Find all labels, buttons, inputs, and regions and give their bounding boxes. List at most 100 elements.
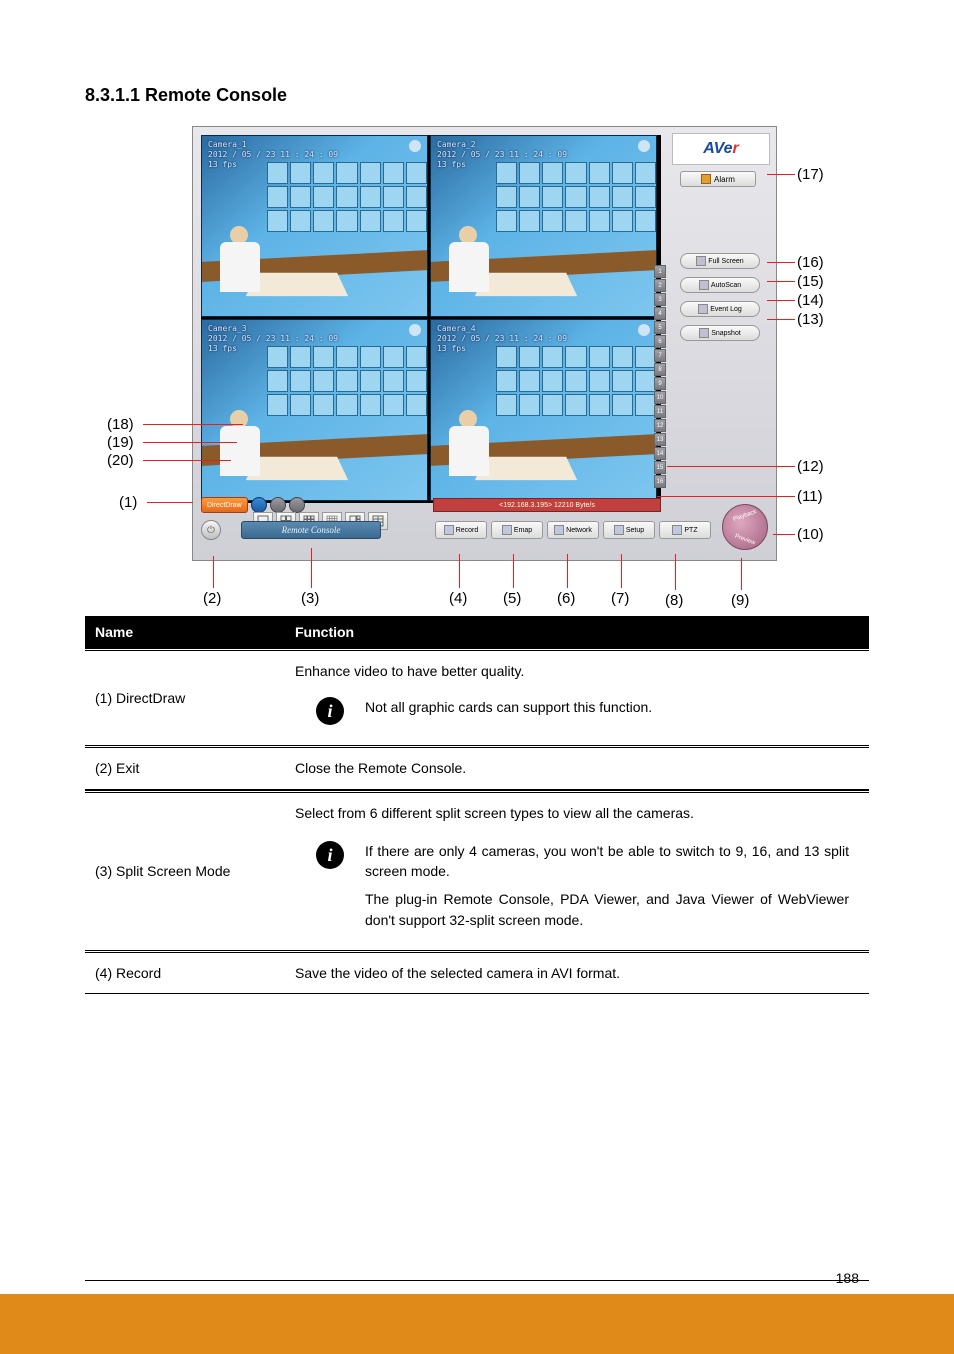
monitor-wall [267, 162, 427, 232]
callout-10: (10) [797, 526, 824, 543]
cam-num[interactable]: 12 [654, 419, 666, 432]
emap-button[interactable]: Emap [491, 521, 543, 539]
info-icon: i [316, 841, 344, 869]
row-name: (4) Record [85, 953, 285, 993]
callout-12: (12) [797, 458, 824, 475]
footer-rule [85, 1280, 869, 1281]
row-note: The plug-in Remote Console, PDA Viewer, … [365, 889, 849, 930]
callout-3: (3) [301, 590, 319, 607]
info-icon: i [316, 697, 344, 725]
camera-number-list: 1 2 3 4 5 6 7 8 9 10 11 12 13 14 15 16 [654, 265, 666, 489]
camera-tile-4[interactable]: Camera_42012 / 05 / 23 11 : 24 : 0913 fp… [430, 319, 657, 501]
gear-icon[interactable] [409, 140, 421, 152]
table-row: (1) DirectDraw Enhance video to have bet… [85, 648, 869, 748]
row-func: Select from 6 different split screen typ… [285, 793, 869, 950]
cam-num[interactable]: 8 [654, 363, 666, 376]
snapshot-button[interactable]: Snapshot [680, 325, 760, 341]
camera-tile-3[interactable]: Camera_32012 / 05 / 23 11 : 24 : 0913 fp… [201, 319, 428, 501]
cam-num[interactable]: 5 [654, 321, 666, 334]
row-func-text: Select from 6 different split screen typ… [295, 803, 859, 823]
callout-4: (4) [449, 590, 467, 607]
cam-num[interactable]: 6 [654, 335, 666, 348]
figure: Camera_12012 / 05 / 23 11 : 24 : 0913 fp… [177, 126, 857, 596]
video-area: Camera_12012 / 05 / 23 11 : 24 : 0913 fp… [201, 135, 661, 503]
camera-tile-2[interactable]: Camera_22012 / 05 / 23 11 : 24 : 0913 fp… [430, 135, 657, 317]
callout-13: (13) [797, 311, 824, 328]
monitor-wall [496, 162, 656, 232]
table-header: Name Function [85, 616, 869, 648]
row-func: Enhance video to have better quality. i … [285, 651, 869, 745]
cam-num[interactable]: 2 [654, 279, 666, 292]
alarm-button[interactable]: Alarm [680, 171, 756, 187]
callout-9: (9) [731, 592, 749, 609]
callout-7: (7) [611, 590, 629, 607]
gear-icon[interactable] [638, 140, 650, 152]
cam-num[interactable]: 14 [654, 447, 666, 460]
person [439, 226, 509, 316]
cam-num[interactable]: 4 [654, 307, 666, 320]
cam-num[interactable]: 1 [654, 265, 666, 278]
camera-tile-1[interactable]: Camera_12012 / 05 / 23 11 : 24 : 0913 fp… [201, 135, 428, 317]
gear-icon[interactable] [638, 324, 650, 336]
network-button[interactable]: Network [547, 521, 599, 539]
row-name: (1) DirectDraw [85, 651, 285, 745]
callout-5: (5) [503, 590, 521, 607]
cam-num[interactable]: 16 [654, 475, 666, 488]
autoscan-button[interactable]: AutoScan [680, 277, 760, 293]
record-button[interactable]: Record [435, 521, 487, 539]
cam-num[interactable]: 11 [654, 405, 666, 418]
fullscreen-icon [696, 256, 706, 266]
remote-console-label: Remote Console [241, 521, 381, 539]
table-row: (3) Split Screen Mode Select from 6 diff… [85, 790, 869, 953]
table-row: (2) Exit Close the Remote Console. [85, 748, 869, 789]
callout-1: (1) [119, 494, 137, 511]
cam-num[interactable]: 9 [654, 377, 666, 390]
snapshot-icon [699, 328, 709, 338]
row-name: (3) Split Screen Mode [85, 793, 285, 950]
row-func: Close the Remote Console. [285, 748, 869, 788]
playback-preview-dial[interactable]: Playback Preview [722, 504, 768, 550]
right-column: AVer Alarm Full Screen AutoScan Event Lo… [672, 133, 770, 553]
cam-num[interactable]: 13 [654, 433, 666, 446]
callout-17: (17) [797, 166, 824, 183]
function-table: Name Function (1) DirectDraw Enhance vid… [85, 616, 869, 994]
header-func: Function [285, 616, 869, 648]
bottom-row: ⏻ Remote Console Record Emap Network Set… [201, 516, 771, 544]
cam-num[interactable]: 15 [654, 461, 666, 474]
monitor-wall [496, 346, 656, 416]
alarm-icon [701, 174, 711, 184]
callout-6: (6) [557, 590, 575, 607]
callout-14: (14) [797, 292, 824, 309]
callout-18: (18) [107, 416, 134, 433]
fullscreen-button[interactable]: Full Screen [680, 253, 760, 269]
playback-label: Playback [723, 506, 766, 527]
ptz-icon [672, 525, 682, 535]
callout-15: (15) [797, 273, 824, 290]
eventlog-button[interactable]: Event Log [680, 301, 760, 317]
page-footer: 188 [0, 1294, 954, 1354]
person [439, 410, 509, 500]
callout-19: (19) [107, 434, 134, 451]
row-note: If there are only 4 cameras, you won't b… [365, 841, 849, 882]
gear-icon[interactable] [409, 324, 421, 336]
record-icon [444, 525, 454, 535]
cam-num[interactable]: 3 [654, 293, 666, 306]
directdraw-button[interactable]: DirectDraw [201, 497, 248, 513]
cam-num[interactable]: 10 [654, 391, 666, 404]
autoscan-icon [699, 280, 709, 290]
round-button-3[interactable] [289, 497, 305, 513]
power-button[interactable]: ⏻ [201, 520, 221, 540]
setup-icon [614, 525, 624, 535]
row-func: Save the video of the selected camera in… [285, 953, 869, 993]
logo: AVer [672, 133, 770, 165]
ptz-button[interactable]: PTZ [659, 521, 711, 539]
round-button-2[interactable] [270, 497, 286, 513]
ip-status-bar: <192.168.3.195> 12210 Byte/s [433, 498, 661, 512]
table-row: (4) Record Save the video of the selecte… [85, 953, 869, 994]
round-button-1[interactable] [251, 497, 267, 513]
setup-button[interactable]: Setup [603, 521, 655, 539]
row-note: Not all graphic cards can support this f… [365, 687, 859, 735]
callout-8: (8) [665, 592, 683, 609]
row-name: (2) Exit [85, 748, 285, 788]
cam-num[interactable]: 7 [654, 349, 666, 362]
